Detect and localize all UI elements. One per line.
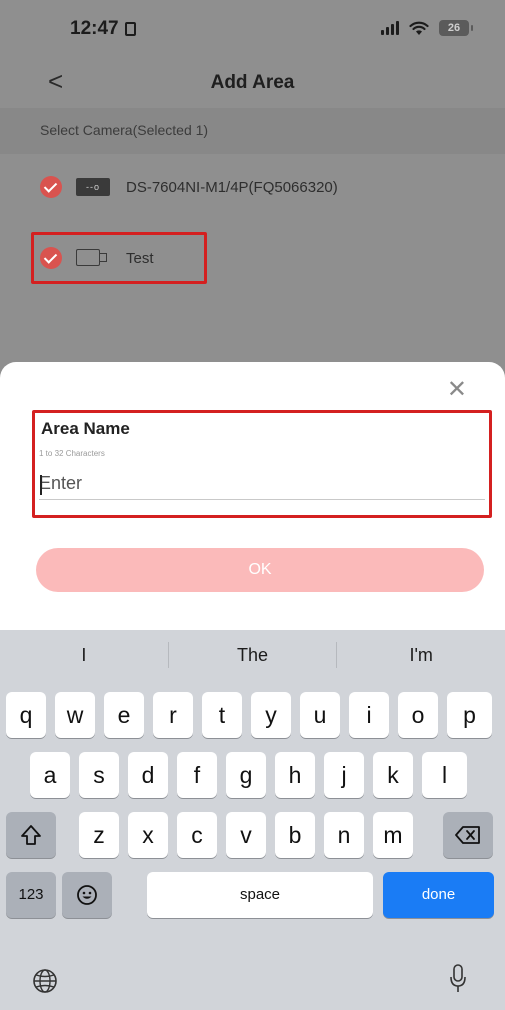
emoji-key[interactable] xyxy=(62,872,112,918)
shift-icon xyxy=(21,825,41,845)
numbers-key[interactable]: 123 xyxy=(6,872,56,918)
key-g[interactable]: g xyxy=(226,752,266,798)
key-i[interactable]: i xyxy=(349,692,389,738)
key-x[interactable]: x xyxy=(128,812,168,858)
key-w[interactable]: w xyxy=(55,692,95,738)
area-name-field: Area Name 1 to 32 Characters xyxy=(32,410,492,518)
keyboard: I The I'm q w e r t y u i o p a s d f g … xyxy=(0,630,505,1010)
key-z[interactable]: z xyxy=(79,812,119,858)
close-icon[interactable]: ✕ xyxy=(447,378,467,402)
key-r[interactable]: r xyxy=(153,692,193,738)
camera-name: DS-7604NI-M1/4P(FQ5066320) xyxy=(126,178,338,196)
checked-icon[interactable] xyxy=(40,176,62,198)
key-u[interactable]: u xyxy=(300,692,340,738)
background-screen: 12:47 26 < Add Area Select Camera(Select… xyxy=(0,0,505,390)
key-v[interactable]: v xyxy=(226,812,266,858)
text-caret xyxy=(40,475,42,495)
area-name-label: Area Name xyxy=(41,419,130,438)
key-f[interactable]: f xyxy=(177,752,217,798)
status-time: 12:47 xyxy=(70,18,119,39)
key-a[interactable]: a xyxy=(30,752,70,798)
key-n[interactable]: n xyxy=(324,812,364,858)
key-m[interactable]: m xyxy=(373,812,413,858)
key-k[interactable]: k xyxy=(373,752,413,798)
emoji-icon xyxy=(77,885,97,905)
key-t[interactable]: t xyxy=(202,692,242,738)
key-c[interactable]: c xyxy=(177,812,217,858)
backspace-icon xyxy=(455,826,480,844)
microphone-icon[interactable] xyxy=(449,964,467,994)
highlight-box xyxy=(31,232,207,284)
area-name-input[interactable] xyxy=(39,468,485,500)
status-bar: 12:47 26 xyxy=(0,0,505,58)
space-key[interactable]: space xyxy=(147,872,373,918)
suggestion-bar: I The I'm xyxy=(0,630,505,680)
key-y[interactable]: y xyxy=(251,692,291,738)
nvr-icon: --o xyxy=(76,178,110,196)
shift-key[interactable] xyxy=(6,812,56,858)
wifi-icon xyxy=(409,21,429,35)
suggestion-item[interactable]: I'm xyxy=(337,645,505,666)
suggestion-item[interactable]: I xyxy=(0,645,168,666)
status-right: 26 xyxy=(381,20,473,36)
area-name-hint: 1 to 32 Characters xyxy=(39,449,105,458)
add-area-sheet: ✕ Area Name 1 to 32 Characters OK xyxy=(0,362,505,630)
sim-icon xyxy=(125,22,136,36)
nav-bar: < Add Area xyxy=(0,58,505,108)
page-title: Add Area xyxy=(210,72,295,93)
key-o[interactable]: o xyxy=(398,692,438,738)
camera-item[interactable]: --o DS-7604NI-M1/4P(FQ5066320) xyxy=(40,167,338,207)
key-l[interactable]: l xyxy=(422,752,467,798)
key-q[interactable]: q xyxy=(6,692,46,738)
select-camera-label: Select Camera(Selected 1) xyxy=(0,108,505,154)
signal-icon xyxy=(381,21,399,35)
key-s[interactable]: s xyxy=(79,752,119,798)
ok-button[interactable]: OK xyxy=(36,548,484,592)
key-b[interactable]: b xyxy=(275,812,315,858)
suggestion-item[interactable]: The xyxy=(169,645,337,666)
key-d[interactable]: d xyxy=(128,752,168,798)
key-p[interactable]: p xyxy=(447,692,492,738)
done-key[interactable]: done xyxy=(383,872,494,918)
key-j[interactable]: j xyxy=(324,752,364,798)
key-h[interactable]: h xyxy=(275,752,315,798)
globe-icon[interactable] xyxy=(32,968,58,994)
key-e[interactable]: e xyxy=(104,692,144,738)
battery-icon: 26 xyxy=(439,20,473,36)
backspace-key[interactable] xyxy=(443,812,493,858)
